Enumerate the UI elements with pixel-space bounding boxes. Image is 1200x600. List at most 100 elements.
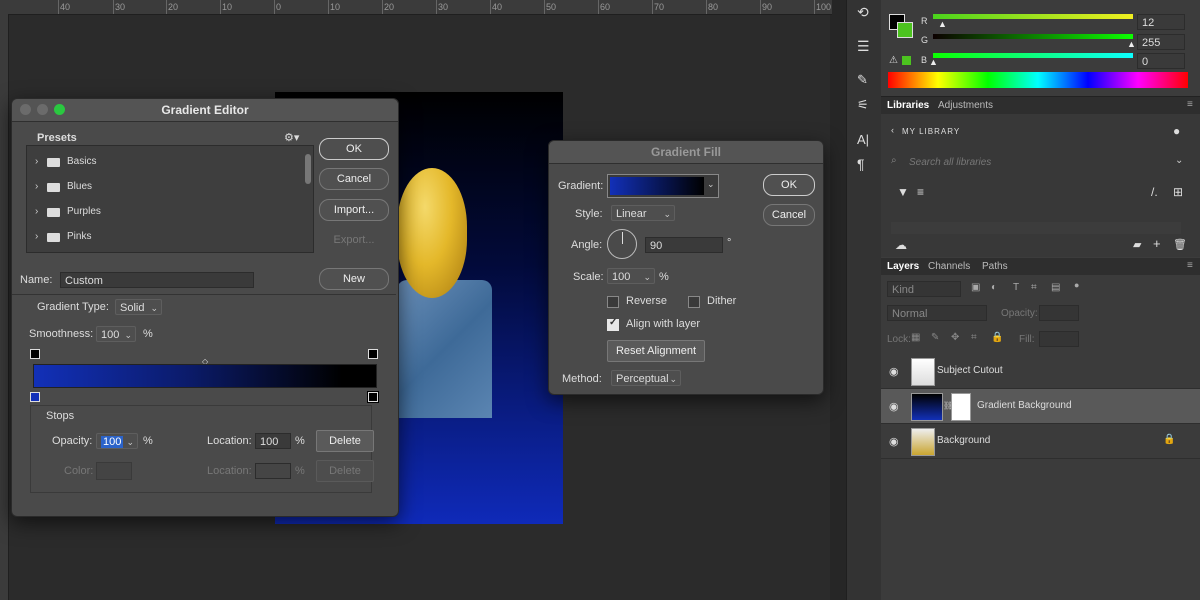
lock-all-icon[interactable]: 🔒 xyxy=(991,332,1003,343)
user-icon[interactable]: ● xyxy=(1173,124,1180,138)
dither-checkbox[interactable] xyxy=(688,296,700,308)
background-swatch[interactable] xyxy=(897,22,913,38)
adjustments-icon[interactable]: ☰ xyxy=(857,38,870,55)
gradient-type-select[interactable]: Solid ⌄ xyxy=(115,299,162,315)
align-with-layer-checkbox[interactable] xyxy=(607,317,619,331)
filter-icon[interactable]: ▼ xyxy=(897,185,909,199)
b-value-field[interactable]: 0 xyxy=(1137,53,1185,69)
eye-icon[interactable]: ◉ xyxy=(889,400,899,413)
list-view-icon[interactable]: /. xyxy=(1151,185,1158,199)
library-search-input[interactable]: Search all libraries xyxy=(909,157,991,168)
paragraph-icon[interactable]: ¶ xyxy=(857,156,865,172)
reset-alignment-button[interactable]: Reset Alignment xyxy=(607,340,705,362)
delete-button-disabled[interactable]: Delete xyxy=(316,460,374,482)
g-slider-handle[interactable]: ▲ xyxy=(1127,39,1136,49)
new-button[interactable]: New xyxy=(319,268,389,290)
presets-scrollbar[interactable] xyxy=(305,154,311,184)
opacity-select[interactable]: 100 ⌄ xyxy=(96,433,138,449)
tab-libraries[interactable]: Libraries xyxy=(887,100,929,111)
library-items-strip[interactable] xyxy=(891,222,1181,234)
chevron-right-icon[interactable]: › xyxy=(35,206,38,217)
b-slider[interactable] xyxy=(933,53,1133,58)
g-slider[interactable] xyxy=(933,34,1133,39)
lock-pixels-icon[interactable]: ✎ xyxy=(931,332,939,343)
filter-type-icon[interactable]: T xyxy=(1013,282,1019,293)
reverse-checkbox[interactable] xyxy=(607,296,619,308)
chevron-down-icon[interactable]: ⌄ xyxy=(1175,155,1183,166)
presets-list[interactable]: › Basics › Blues › Purples › Pinks xyxy=(26,145,314,253)
character-icon[interactable]: A| xyxy=(857,132,869,147)
r-slider[interactable] xyxy=(933,14,1133,19)
brush-icon[interactable]: ✎ xyxy=(857,72,868,88)
export-button[interactable]: Export... xyxy=(319,229,389,251)
color-stop-left[interactable] xyxy=(30,392,40,402)
preset-folder-purples[interactable]: › Purples xyxy=(27,204,297,229)
preset-folder-basics[interactable]: › Basics xyxy=(27,154,297,179)
layer-filter-kind[interactable]: Kind xyxy=(887,281,961,297)
sort-icon[interactable]: ≡ xyxy=(917,185,924,199)
color-stop-right[interactable] xyxy=(367,391,379,403)
tab-channels[interactable]: Channels xyxy=(928,261,970,272)
method-select[interactable]: Perceptual ⌄ xyxy=(611,370,681,386)
filter-pixel-icon[interactable]: ▣ xyxy=(971,282,980,293)
opacity-stop-left[interactable] xyxy=(30,349,40,359)
angle-dial[interactable] xyxy=(607,229,637,259)
chevron-right-icon[interactable]: › xyxy=(35,231,38,242)
tab-adjustments[interactable]: Adjustments xyxy=(938,100,993,111)
filter-smart-object-icon[interactable]: ▤ xyxy=(1051,282,1060,293)
r-slider-handle[interactable]: ▲ xyxy=(938,19,947,29)
blend-mode-select[interactable]: Normal xyxy=(887,305,987,321)
trash-icon[interactable]: 🗑 xyxy=(1173,238,1187,251)
zoom-window-button[interactable] xyxy=(54,104,65,115)
location-field-dim[interactable] xyxy=(255,463,291,479)
filter-toggle-icon[interactable]: ● xyxy=(1074,280,1079,290)
tab-layers[interactable]: Layers xyxy=(887,261,919,272)
filter-adjustment-icon[interactable]: ◐ xyxy=(991,282,997,293)
b-slider-handle[interactable]: ▲ xyxy=(929,57,938,67)
chevron-left-icon[interactable]: ‹ xyxy=(891,125,894,135)
gradient-picker[interactable]: ⌄ xyxy=(607,174,719,198)
r-value-field[interactable]: 12 xyxy=(1137,14,1185,30)
angle-field[interactable]: 90 xyxy=(645,237,723,253)
gradient-preview-bar[interactable] xyxy=(33,364,377,388)
lock-artboard-icon[interactable]: ⌗ xyxy=(971,332,977,343)
filter-shape-icon[interactable]: ⌗ xyxy=(1031,282,1037,293)
grid-view-icon[interactable]: ⊞ xyxy=(1173,185,1183,199)
panel-menu-icon[interactable]: ≡ xyxy=(1187,99,1193,110)
gamut-swatch[interactable] xyxy=(902,56,911,65)
color-ramp[interactable] xyxy=(888,72,1188,88)
preset-folder-blues[interactable]: › Blues xyxy=(27,179,297,204)
cancel-button[interactable]: Cancel xyxy=(763,204,815,226)
close-window-button[interactable] xyxy=(20,104,31,115)
color-swatch[interactable] xyxy=(96,462,132,480)
layer-row-gradient-background[interactable]: ◉ ⛓ Gradient Background xyxy=(881,389,1200,424)
layer-row-subject-cutout[interactable]: ◉ Subject Cutout xyxy=(881,354,1200,389)
folder-icon[interactable]: ▰ xyxy=(1133,238,1141,251)
layer-opacity-field[interactable] xyxy=(1039,305,1079,321)
g-value-field[interactable]: 255 xyxy=(1137,34,1185,50)
ok-button[interactable]: OK xyxy=(319,138,389,160)
delete-button[interactable]: Delete xyxy=(316,430,374,452)
style-select[interactable]: Linear ⌄ xyxy=(611,205,675,221)
ok-button[interactable]: OK xyxy=(763,174,815,196)
eye-icon[interactable]: ◉ xyxy=(889,365,899,378)
lock-transparent-icon[interactable]: ▦ xyxy=(911,332,920,343)
cancel-button[interactable]: Cancel xyxy=(319,168,389,190)
lock-position-icon[interactable]: ✥ xyxy=(951,332,959,343)
gear-icon[interactable]: ⚙▾ xyxy=(284,131,299,144)
import-button[interactable]: Import... xyxy=(319,199,389,221)
eye-icon[interactable]: ◉ xyxy=(889,435,899,448)
cloud-icon[interactable]: ☁ xyxy=(895,238,907,252)
location-field[interactable]: 100 xyxy=(255,433,291,449)
minimize-window-button[interactable] xyxy=(37,104,48,115)
chevron-right-icon[interactable]: › xyxy=(35,181,38,192)
add-icon[interactable]: + xyxy=(1153,236,1161,251)
smoothness-select[interactable]: 100 ⌄ xyxy=(96,326,136,342)
name-field[interactable]: Custom xyxy=(60,272,254,288)
history-icon[interactable]: ⟲ xyxy=(857,4,869,21)
layer-row-background[interactable]: ◉ Background 🔒 xyxy=(881,424,1200,459)
scale-select[interactable]: 100 ⌄ xyxy=(607,268,655,284)
brush-settings-icon[interactable]: ⚟ xyxy=(857,97,869,113)
opacity-stop-right[interactable] xyxy=(368,349,378,359)
tab-paths[interactable]: Paths xyxy=(982,261,1008,272)
